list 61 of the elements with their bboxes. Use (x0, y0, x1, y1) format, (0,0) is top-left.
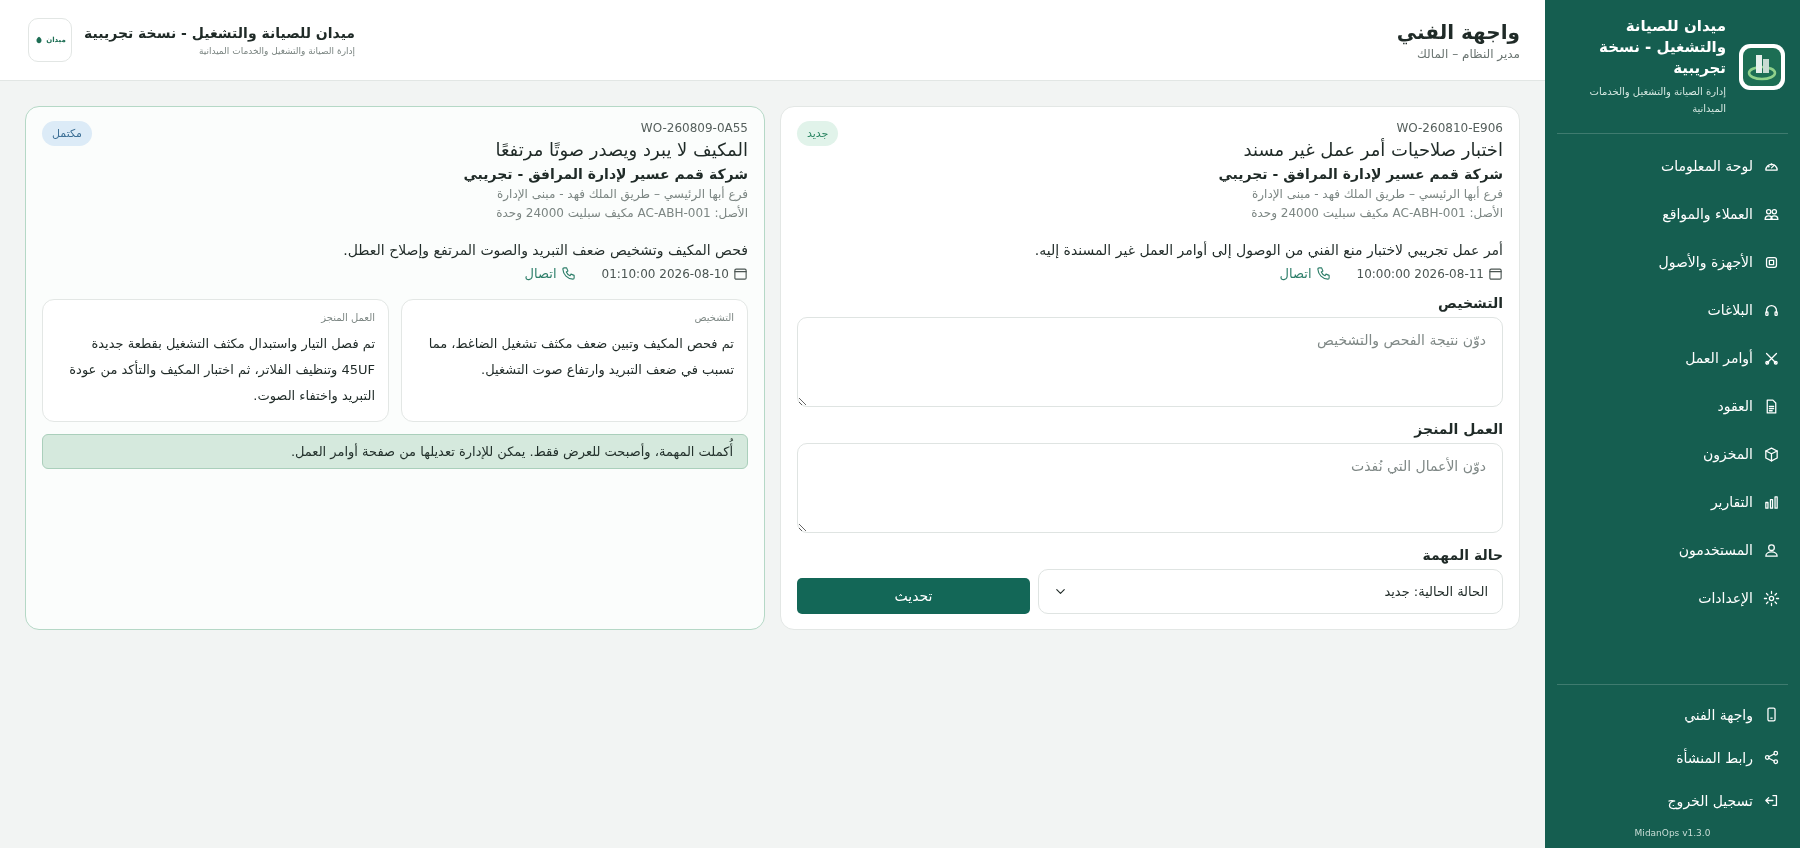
status-badge: جديد (797, 121, 839, 146)
brand-subtitle: إدارة الصيانة والتشغيل والخدمات الميدانية (1588, 85, 1726, 116)
scheduled-datetime: 2026-08-10 01:10:00 (601, 266, 729, 281)
nav-item[interactable]: المستخدمون (1545, 526, 1800, 574)
call-link[interactable]: اتصال (1279, 266, 1331, 281)
asset-info: الأصل: AC-ABH-001 مكيف سبليت 24000 وحدة (1250, 206, 1503, 220)
settings-icon (1763, 589, 1780, 607)
box-icon (1763, 445, 1780, 463)
update-button[interactable]: تحديث (797, 578, 1030, 614)
nav-item[interactable]: التقارير (1545, 478, 1800, 526)
nav-item[interactable]: واجهة الفني (1545, 693, 1800, 736)
logo-icon (1738, 42, 1786, 91)
version-label: MidanOps v1.3.0 (1633, 828, 1712, 838)
note-text: تم فحص المكيف وتبين ضعف مكثف تشغيل الضاغط، مما تسبب في ضعف التبريد وارتفاع صوت التشغيل. (427, 335, 734, 380)
page-subtitle: مدير النظام – المالك (1415, 46, 1520, 61)
nav-item[interactable]: العملاء والمواقع (1545, 190, 1800, 238)
calendar-icon (1488, 266, 1503, 281)
nav-item[interactable]: الإعدادات (1545, 574, 1800, 622)
branch-address: فرع أبها الرئيسي – طريق الملك فهد - مبنى الإدارة (495, 187, 748, 201)
phone-icon (560, 266, 576, 281)
phone-icon (1315, 266, 1331, 281)
share-icon (1763, 749, 1780, 766)
brand-title: ميدان للصيانة والتشغيل - نسخة تجريبية (1598, 16, 1726, 79)
nav-item[interactable]: تسجيل الخروج (1545, 779, 1800, 822)
nav-item[interactable]: الأجهزة والأصول (1545, 238, 1800, 286)
status-dropdown[interactable]: الحالة الحالية: جديد (1038, 569, 1503, 614)
call-link[interactable]: اتصال (524, 266, 576, 281)
note-label: التشخيص (693, 312, 734, 323)
order-code: WO-260810-E906 (1395, 121, 1503, 135)
user-icon (1763, 541, 1780, 559)
status-badge: مكتمل (42, 121, 92, 146)
calendar-icon (733, 266, 748, 281)
nav-item[interactable]: أوامر العمل (1545, 334, 1800, 382)
read-only-notice: أُكملت المهمة، وأصبحت للعرض فقط. يمكن للإدارة تعديلها من صفحة أوامر العمل. (42, 434, 748, 469)
nav-item[interactable]: البلاغات (1545, 286, 1800, 334)
asset-info: الأصل: AC-ABH-001 مكيف سبليت 24000 وحدة (495, 206, 748, 220)
customer-name: شركة قمم عسير لإدارة المرافق - تجريبي (1218, 166, 1503, 182)
order-title: المكيف لا يبرد ويصدر صوتًا مرتفعًا (494, 139, 748, 160)
note-label: العمل المنجز (319, 312, 375, 323)
nav-item[interactable]: المخزون (1545, 430, 1800, 478)
text-area[interactable]: دوّن الأعمال التي نُفذت (797, 443, 1503, 533)
org-name: ميدان للصيانة والتشغيل - نسخة تجريبية (84, 24, 356, 41)
logout-icon (1763, 792, 1780, 809)
nav-item[interactable]: رابط المنشأة (1545, 736, 1800, 779)
branch-address: فرع أبها الرئيسي – طريق الملك فهد - مبنى الإدارة (1250, 187, 1503, 201)
field-label: حالة المهمة (1421, 547, 1503, 563)
order-title: اختبار صلاحيات أمر عمل غير مسند (1242, 139, 1503, 160)
order-description: أمر عمل تجريبي لاختبار منع الفني من الوصول إلى أوامر العمل غير المسندة إليه. (1033, 242, 1503, 258)
field-label: التشخيص (1437, 295, 1503, 311)
field-label: العمل المنجز (1412, 421, 1503, 437)
scheduled-datetime: 2026-08-11 10:00:00 (1356, 266, 1484, 281)
nav-item[interactable]: العقود (1545, 382, 1800, 430)
note-text: تم فصل التيار واستبدال مكثف التشغيل بقطعة جديدة 45UF وتنظيف الفلاتر، ثم اختبار المكيف والتأكد من عودة التبريد واختفاء الصوت. (68, 335, 375, 406)
order-code: WO-260809-0A55 (639, 121, 748, 135)
customer-name: شركة قمم عسير لإدارة المرافق - تجريبي (463, 166, 748, 182)
order-description: فحص المكيف وتشخيص ضعف التبريد والصوت المرتفع وإصلاح العطل. (342, 242, 748, 258)
page-title: واجهة الفني (1396, 19, 1520, 44)
nav-item[interactable]: لوحة المعلومات (1545, 142, 1800, 190)
org-subtitle: إدارة الصيانة والتشغيل والخدمات الميدانية (197, 45, 356, 56)
bar-chart-icon (1763, 493, 1780, 511)
text-area[interactable]: دوّن نتيجة الفحص والتشخيص (797, 317, 1503, 407)
